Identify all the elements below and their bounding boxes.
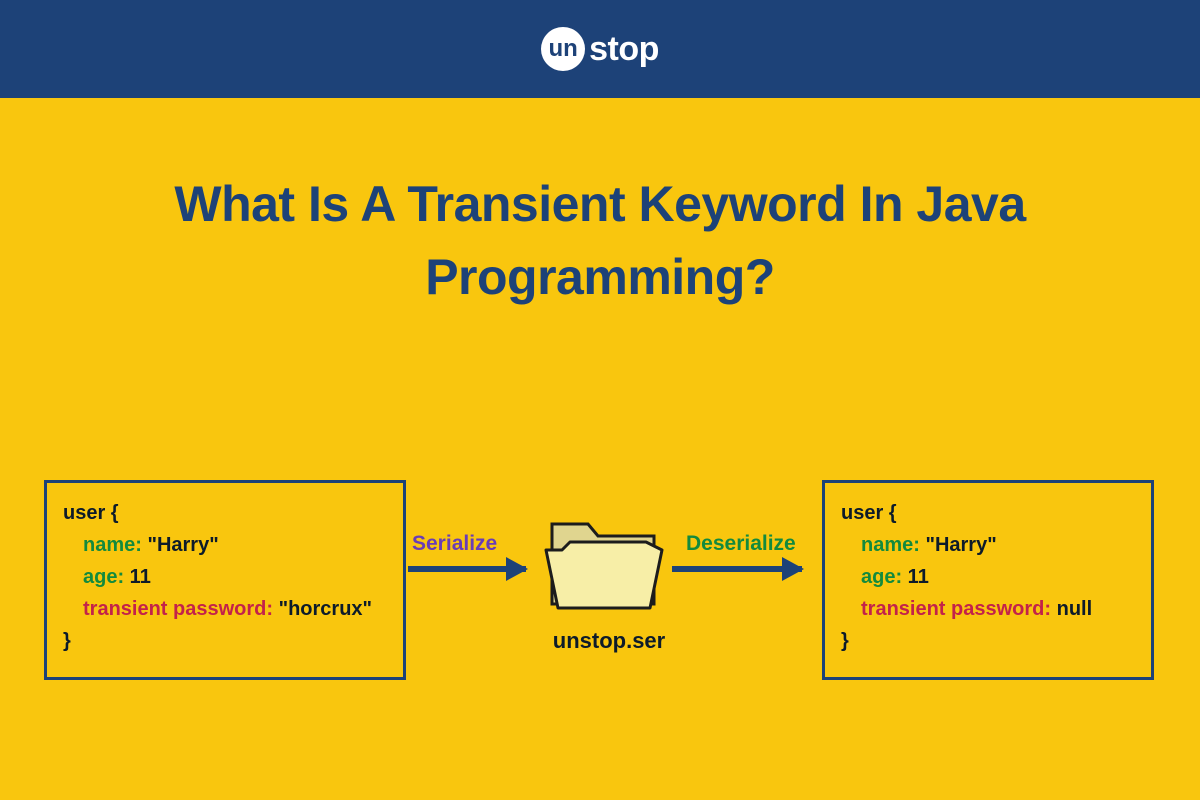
code-line: name: "Harry": [841, 529, 1135, 561]
code-line: age: 11: [63, 561, 387, 593]
code-line: }: [841, 625, 1135, 657]
logo-text: stop: [589, 30, 659, 69]
code-line: transient password: null: [841, 593, 1135, 625]
transient-field-key: transient password:: [83, 598, 273, 620]
field-key: name:: [83, 534, 142, 556]
code-line: transient password: "horcrux": [63, 593, 387, 625]
input-object-box: user { name: "Harry" age: 11 transient p…: [44, 480, 406, 680]
field-value: 11: [902, 566, 929, 588]
field-key: age:: [861, 566, 902, 588]
field-key: name:: [861, 534, 920, 556]
field-value: null: [1051, 598, 1092, 620]
code-line: name: "Harry": [63, 529, 387, 561]
folder-icon: [544, 508, 664, 618]
field-value: "horcrux": [273, 598, 372, 620]
header-bar: un stop: [0, 0, 1200, 98]
page-title: What Is A Transient Keyword In Java Prog…: [0, 168, 1200, 313]
logo: un stop: [541, 27, 659, 71]
file-name: unstop.ser: [534, 628, 684, 654]
diagram-canvas: What Is A Transient Keyword In Java Prog…: [0, 98, 1200, 800]
code-line: user {: [63, 497, 387, 529]
deserialize-label: Deserialize: [686, 532, 796, 556]
code-line: age: 11: [841, 561, 1135, 593]
field-key: age:: [83, 566, 124, 588]
field-value: "Harry": [920, 534, 997, 556]
code-line: user {: [841, 497, 1135, 529]
serialize-arrow: [408, 566, 526, 572]
output-object-box: user { name: "Harry" age: 11 transient p…: [822, 480, 1154, 680]
field-value: 11: [124, 566, 151, 588]
transient-field-key: transient password:: [861, 598, 1051, 620]
serialize-label: Serialize: [412, 532, 497, 556]
code-line: }: [63, 625, 387, 657]
logo-circle: un: [541, 27, 585, 71]
field-value: "Harry": [142, 534, 219, 556]
deserialize-arrow: [672, 566, 802, 572]
